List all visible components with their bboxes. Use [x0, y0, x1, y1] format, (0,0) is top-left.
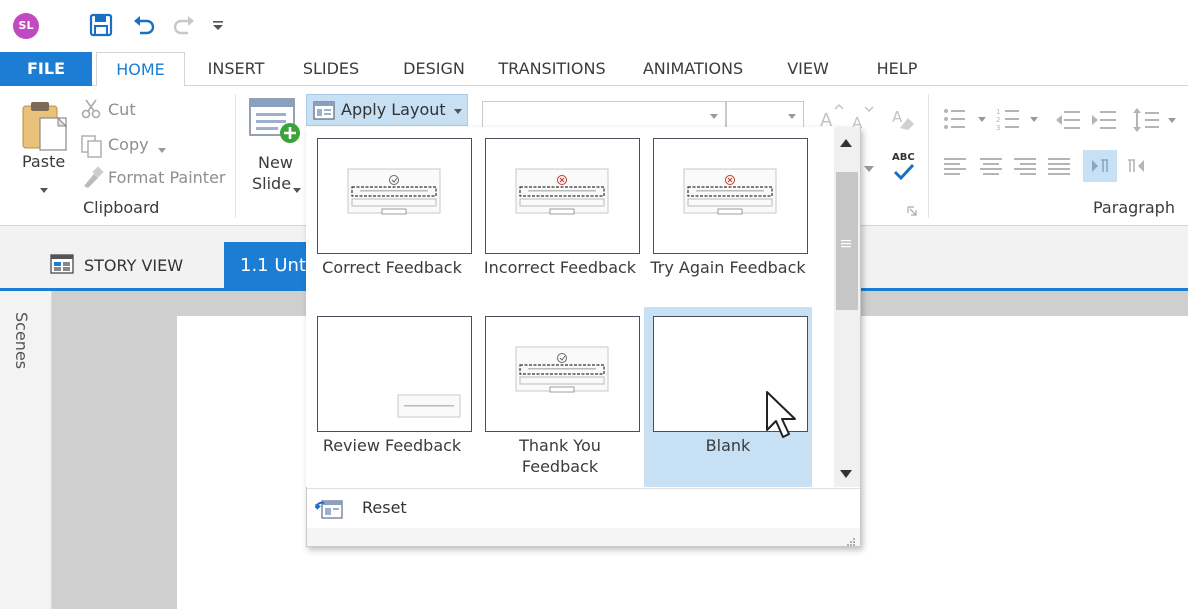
layout-label: Incorrect Feedback	[483, 258, 637, 277]
cut-icon[interactable]	[80, 98, 102, 120]
undo-icon[interactable]	[131, 12, 157, 38]
save-icon[interactable]	[88, 12, 114, 38]
new-slide-label-line1[interactable]: New	[258, 153, 293, 172]
svg-text:1: 1	[996, 108, 1000, 116]
font-dialog-launcher-icon[interactable]	[906, 202, 918, 216]
layout-thumbnail	[485, 138, 640, 254]
resize-grip-icon[interactable]	[846, 532, 856, 546]
story-view-icon[interactable]	[50, 254, 76, 276]
copy-icon[interactable]	[80, 134, 104, 158]
customize-quick-access-icon[interactable]	[209, 12, 227, 38]
format-painter-button[interactable]: Format Painter	[108, 168, 225, 187]
paste-dropdown-icon[interactable]	[38, 180, 50, 193]
layout-correct-feedback[interactable]: Correct Feedback	[308, 129, 476, 303]
tab-story-view[interactable]: STORY VIEW	[84, 256, 183, 275]
clipboard-group-label: Clipboard	[83, 198, 160, 217]
layout-label: Thank You Feedback	[519, 436, 601, 476]
bullets-icon[interactable]	[942, 106, 990, 132]
ribbon-separator	[928, 94, 929, 218]
layout-thumbnail	[317, 138, 472, 254]
layout-incorrect-feedback[interactable]: Incorrect Feedback	[476, 129, 644, 303]
paste-icon[interactable]	[20, 98, 72, 152]
font-family-combo[interactable]	[482, 101, 726, 128]
font-family-dropdown-icon	[710, 114, 718, 119]
scenes-label: Scenes	[12, 312, 31, 370]
increase-indent-icon[interactable]	[1090, 108, 1118, 132]
layout-thank-you-feedback[interactable]: Thank You Feedback	[476, 307, 644, 481]
rtl-direction-icon[interactable]	[1122, 150, 1152, 182]
spell-check-icon[interactable]: ABC	[890, 150, 918, 184]
align-right-icon[interactable]	[1012, 156, 1040, 176]
svg-text:A: A	[892, 108, 903, 126]
app-logo: SL	[13, 13, 39, 39]
ltr-direction-icon[interactable]	[1083, 150, 1117, 182]
ribbon-tab-bar: FILE HOME INSERT SLIDES DESIGN TRANSITIO…	[0, 52, 1188, 87]
svg-text:2: 2	[996, 116, 1000, 124]
layout-thumbnail	[653, 138, 808, 254]
layout-label: Try Again Feedback	[650, 258, 806, 277]
apply-layout-button[interactable]: Apply Layout	[306, 94, 468, 126]
justify-icon[interactable]	[1046, 156, 1074, 176]
layout-try-again-feedback[interactable]: Try Again Feedback	[644, 129, 812, 303]
mouse-cursor-icon	[764, 390, 800, 444]
tab-file[interactable]: FILE	[0, 52, 92, 86]
tab-transitions[interactable]: TRANSITIONS	[494, 52, 610, 86]
tab-insert[interactable]: INSERT	[196, 52, 276, 86]
redo-icon[interactable]	[171, 12, 197, 38]
font-color-dropdown-icon[interactable]	[862, 160, 876, 172]
tab-animations[interactable]: ANIMATIONS	[633, 52, 753, 86]
apply-layout-icon	[313, 101, 335, 120]
font-size-dropdown-icon	[788, 114, 796, 119]
title-bar: SL	[0, 0, 1188, 52]
line-spacing-icon[interactable]	[1132, 106, 1180, 134]
paragraph-group-label: Paragraph	[1093, 198, 1175, 217]
reset-label: Reset	[362, 498, 407, 517]
reset-layout-icon	[314, 498, 344, 520]
new-slide-icon[interactable]	[248, 97, 302, 145]
tab-slides[interactable]: SLIDES	[293, 52, 369, 86]
align-left-icon[interactable]	[942, 156, 970, 176]
cut-button[interactable]: Cut	[108, 100, 136, 119]
apply-layout-label: Apply Layout	[341, 100, 446, 119]
layout-label: Correct Feedback	[322, 258, 462, 277]
format-painter-icon[interactable]	[80, 166, 104, 190]
tab-home[interactable]: HOME	[96, 52, 185, 87]
tab-design[interactable]: DESIGN	[392, 52, 476, 86]
align-center-icon[interactable]	[978, 156, 1006, 176]
layout-review-feedback[interactable]: Review Feedback	[308, 307, 476, 481]
font-size-combo[interactable]	[726, 101, 804, 128]
scroll-grip-icon	[841, 234, 851, 248]
new-slide-label-line2[interactable]: Slide	[252, 174, 291, 193]
numbering-icon[interactable]: 1 2 3	[996, 106, 1044, 132]
scroll-up-icon[interactable]	[838, 135, 854, 149]
dropdown-footer	[307, 528, 860, 546]
apply-layout-dropdown-icon	[454, 109, 462, 114]
copy-dropdown-icon[interactable]	[156, 140, 168, 153]
copy-button[interactable]: Copy	[108, 135, 149, 154]
tab-view[interactable]: VIEW	[776, 52, 840, 86]
layout-gallery: Correct Feedback Incorrect Feedback Try …	[306, 127, 836, 487]
layout-label: Review Feedback	[322, 436, 462, 455]
tab-help[interactable]: HELP	[866, 52, 928, 86]
svg-text:3: 3	[996, 124, 1000, 132]
paste-button[interactable]: Paste	[22, 152, 65, 171]
decrease-indent-icon[interactable]	[1054, 108, 1082, 132]
scroll-down-icon[interactable]	[838, 466, 854, 480]
new-slide-dropdown-icon[interactable]	[292, 180, 302, 193]
ribbon-separator	[235, 94, 236, 218]
layout-thumbnail	[317, 316, 472, 432]
layout-thumbnail	[485, 316, 640, 432]
clear-formatting-icon[interactable]: A	[890, 104, 916, 130]
